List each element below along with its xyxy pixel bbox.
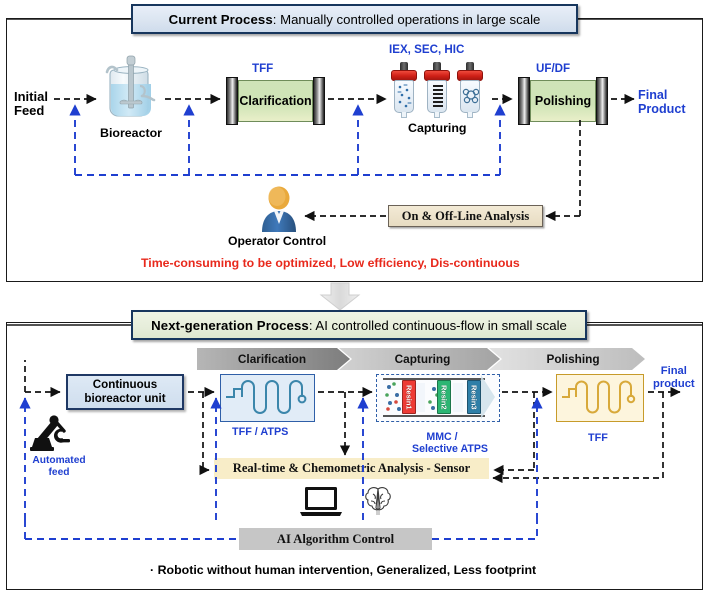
tube-tip — [434, 112, 440, 118]
tff-atps-tag: TFF / ATPS — [232, 426, 289, 438]
automated-feed-label: Automated feed — [32, 455, 86, 478]
final-product-label-top: Final Product — [638, 88, 686, 116]
bioreactor-icon — [104, 55, 162, 122]
capture-tube-1 — [391, 62, 417, 118]
tff-polishing-module — [556, 374, 644, 422]
mmc-selective-atps-tag: MMC / Selective ATPS — [412, 431, 488, 455]
mmc-capture-module: Resin1 Resin2 Resin3 — [376, 374, 500, 422]
current-process-footnote: Time-consuming to be optimized, Low effi… — [141, 256, 520, 270]
stage-label-capturing: Capturing — [394, 352, 451, 366]
stage-label-clarification: Clarification — [237, 352, 307, 366]
tff-atps-module — [220, 374, 315, 422]
bioreactor-label: Bioreactor — [100, 126, 162, 140]
current-process-banner-title: Current Process — [168, 11, 273, 27]
resin-column-3: Resin3 — [467, 380, 481, 414]
robot-arm-icon — [30, 413, 72, 451]
laptop-icon — [298, 486, 344, 518]
clarification-module: Clarification — [226, 77, 325, 125]
operator-control-label: Operator Control — [228, 234, 327, 248]
tube-barrel — [394, 80, 414, 113]
polishing-module: Polishing — [518, 77, 608, 125]
clarification-label: Clarification — [238, 80, 313, 122]
continuous-bioreactor-unit-box[interactable]: Continuous bioreactor unit — [66, 374, 184, 410]
continuous-bioreactor-line1: Continuous — [92, 377, 158, 391]
tff-polishing-tag: TFF — [588, 432, 608, 444]
tube-barrel — [460, 80, 480, 113]
tube-barrel — [427, 80, 447, 113]
resin-column-1: Resin1 — [402, 380, 416, 414]
continuous-bioreactor-line2: bioreactor unit — [84, 392, 166, 405]
next-generation-footnote: · Robotic without human intervention, Ge… — [150, 563, 537, 577]
clarification-tag-tff: TFF — [252, 62, 274, 75]
figure-canvas: Current Process: Manually controlled ope… — [0, 0, 709, 596]
capturing-label: Capturing — [408, 121, 467, 135]
brain-icon — [362, 485, 394, 517]
tube-tip — [401, 112, 407, 118]
cassette-end-left — [518, 77, 530, 125]
cassette-end-right — [313, 77, 325, 125]
transition-down-arrow-icon — [318, 282, 362, 311]
stage-label-polishing: Polishing — [546, 352, 600, 366]
capturing-tag-modes: IEX, SEC, HIC — [389, 43, 465, 56]
polishing-label: Polishing — [530, 80, 596, 122]
capture-tube-2 — [424, 62, 450, 118]
operator-icon — [256, 186, 302, 232]
capturing-tubes-icon — [391, 62, 489, 120]
next-generation-banner: Next-generation Process: AI controlled c… — [131, 310, 587, 340]
initial-feed-label: Initial Feed — [14, 89, 48, 118]
current-process-banner-subtitle: : Manually controlled operations in larg… — [272, 11, 541, 27]
on-off-line-analysis-box[interactable]: On & Off-Line Analysis — [388, 205, 543, 227]
cassette-end-right — [596, 77, 608, 125]
ai-algorithm-control-box[interactable]: AI Algorithm Control — [239, 528, 432, 550]
current-process-banner: Current Process: Manually controlled ope… — [131, 4, 578, 34]
capture-tube-3 — [457, 62, 483, 118]
resin-column-2: Resin2 — [437, 380, 451, 414]
next-generation-banner-subtitle: : AI controlled continuous-flow in small… — [308, 317, 567, 333]
polishing-tag-ufdf: UF/DF — [536, 62, 571, 75]
tube-tip — [467, 112, 473, 118]
final-product-label-bottom: Final product — [653, 365, 695, 390]
next-generation-banner-title: Next-generation Process — [151, 317, 309, 333]
realtime-chemometric-sensor-box[interactable]: Real-time & Chemometric Analysis - Senso… — [214, 458, 489, 479]
cassette-end-left — [226, 77, 238, 125]
